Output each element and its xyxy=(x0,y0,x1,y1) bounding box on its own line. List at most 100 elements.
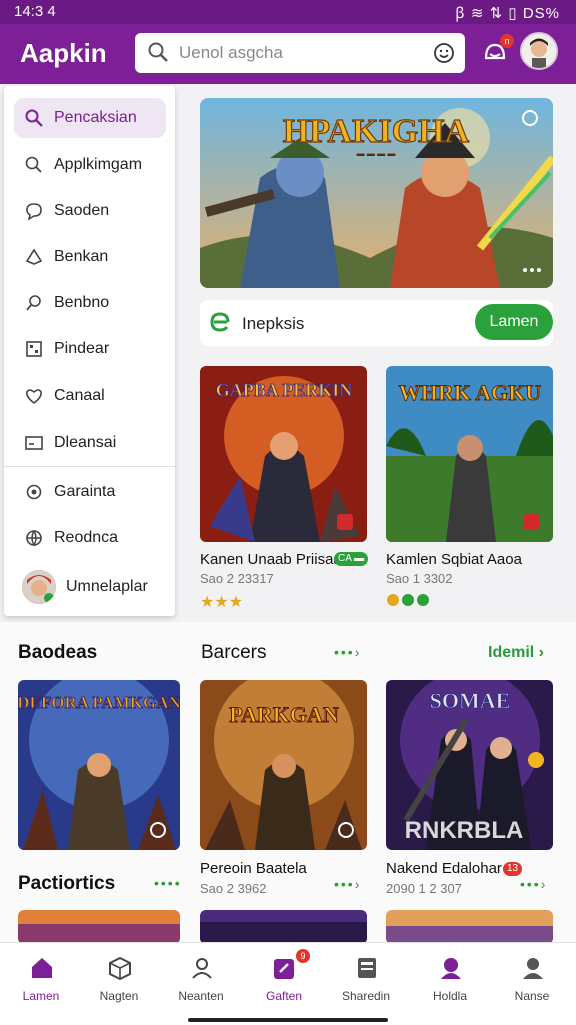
grid-art-title: PARKGAN xyxy=(229,702,339,727)
nav-item-1[interactable]: Nagten xyxy=(83,943,155,1013)
more-dots[interactable]: •••• xyxy=(154,875,182,891)
nav-item-4[interactable]: Sharedin xyxy=(330,943,402,1013)
drawer-item-label: Garainta xyxy=(54,483,116,500)
nav-item-3[interactable]: 9 Gaften xyxy=(248,943,320,1013)
grid-art-title: SOMAE xyxy=(430,688,511,713)
nav-label: Lamen xyxy=(22,989,60,1003)
user-avatar-icon xyxy=(22,570,56,604)
peek-card-0[interactable] xyxy=(18,910,180,944)
featured-card-1[interactable]: WHRK AGKU xyxy=(386,366,553,542)
nav-item-2[interactable]: Neanten xyxy=(165,943,237,1013)
hero-banner[interactable]: HPAKIGHA ▬ ▬ ▬ ▬ xyxy=(200,98,553,288)
drawer-item-label: Saoden xyxy=(54,202,110,219)
grid-art-1: PARKGAN xyxy=(200,680,367,850)
drawer-item-label: Benkan xyxy=(54,248,109,265)
featured-rating-0: ★★★ xyxy=(200,594,244,611)
drawer-item-9[interactable]: Reodnca xyxy=(14,518,166,558)
status-time: 14:3 4 xyxy=(14,3,56,20)
grid-title-2[interactable]: Nakend Edalohar xyxy=(386,860,502,877)
more-dots[interactable]: •••› xyxy=(334,876,361,892)
grid-art-title: DEFORA PAMKGAN xyxy=(18,693,180,712)
target-icon xyxy=(26,484,42,500)
home-indicator xyxy=(188,1018,388,1022)
search-bar[interactable]: Uenol asgcha xyxy=(135,33,465,73)
featured-badges-1 xyxy=(387,594,429,606)
featured-card-0[interactable]: GAPBA PERKIN xyxy=(200,366,367,542)
drawer-item-3[interactable]: Benkan xyxy=(14,237,166,277)
featured-art-1: WHRK AGKU xyxy=(386,366,553,542)
featured-art-title: GAPBA PERKIN xyxy=(216,380,353,400)
drawer-item-2[interactable]: Saoden xyxy=(14,191,166,231)
app-bar: Aapkin Uenol asgcha n xyxy=(0,24,576,84)
grid-icon xyxy=(26,341,42,357)
nav-item-5[interactable]: Holdla xyxy=(414,943,486,1013)
nav-item-6[interactable]: Nanse xyxy=(496,943,568,1013)
featured-title-0[interactable]: Kanen Unaab Priisaa xyxy=(200,551,342,568)
grid-sub-2: 2090 1 2 307 xyxy=(386,881,462,896)
chat-icon xyxy=(26,203,42,221)
app-logo[interactable]: Aapkin xyxy=(20,38,107,69)
nav-label: Sharedin xyxy=(341,989,391,1003)
more-dots[interactable]: •••› xyxy=(334,644,361,660)
grid-sub-1: Sao 2 3962 xyxy=(200,881,267,896)
promo-button[interactable]: Lamen xyxy=(475,304,553,340)
grid-art-subtitle: RNKRBLA xyxy=(405,817,524,844)
drawer-item-6[interactable]: Canaal xyxy=(14,376,166,416)
grid-art-0: DEFORA PAMKGAN xyxy=(18,680,180,850)
drawer-divider xyxy=(4,466,175,467)
search-placeholder: Uenol asgcha xyxy=(179,43,283,62)
user-avatar[interactable] xyxy=(520,32,558,70)
person-search-icon xyxy=(26,295,41,311)
featured-art-0: GAPBA PERKIN xyxy=(200,366,367,542)
notification-badge: n xyxy=(500,34,514,48)
search-icon xyxy=(148,42,168,62)
featured-art-title: WHRK AGKU xyxy=(399,380,542,405)
drawer-user-avatar xyxy=(22,570,56,604)
profile-icon xyxy=(441,958,461,979)
peek-art-2 xyxy=(386,910,553,944)
grid-title-1[interactable]: Pereoin Baatela xyxy=(200,860,307,877)
grid-card-1[interactable]: PARKGAN xyxy=(200,680,367,850)
nav-item-0[interactable]: Lamen xyxy=(5,943,77,1013)
edit-icon xyxy=(274,959,294,979)
grid-tag-2: 13 xyxy=(503,862,523,876)
section-title-baodeas: Baodeas xyxy=(18,642,98,663)
drawer-item-label: Applkimgam xyxy=(54,156,143,173)
drawer-user-name: Umnelaplar xyxy=(66,578,148,595)
edge-icon xyxy=(210,312,230,332)
drawer-item-label: Dleansai xyxy=(54,434,117,451)
card-icon xyxy=(25,436,43,450)
grid-card-0[interactable]: DEFORA PAMKGAN xyxy=(18,680,180,850)
drawer-item-label: Pencaksian xyxy=(54,109,137,126)
peek-card-1[interactable] xyxy=(200,910,367,944)
section-more-label: Idemil xyxy=(488,644,535,661)
peek-art-1 xyxy=(200,910,367,944)
featured-title-1[interactable]: Kamlen Sqbiat Aaoa xyxy=(386,551,522,568)
hero-subtitle: ▬ ▬ ▬ ▬ xyxy=(357,149,396,158)
storage-icon xyxy=(358,958,376,978)
avatar-face-icon xyxy=(522,34,556,68)
nav-label: Nagten xyxy=(99,989,139,1003)
peek-card-2[interactable] xyxy=(386,910,553,944)
drawer-item-7[interactable]: Dleansai xyxy=(14,423,166,463)
apps-icon xyxy=(25,156,42,173)
grid-card-2[interactable]: SOMAE RNKRBLA xyxy=(386,680,553,850)
drawer-item-5[interactable]: Pindear xyxy=(14,329,166,369)
featured-sub-0: Sao 2 23317 xyxy=(200,571,274,586)
promo-label: Inepksis xyxy=(242,314,305,333)
nav-label: Holdla xyxy=(432,989,468,1003)
heart-icon xyxy=(26,389,42,405)
nav-label: Neanten xyxy=(178,989,224,1003)
peek-art-0 xyxy=(18,910,180,944)
drawer-item-8[interactable]: Garainta xyxy=(14,472,166,512)
globe-icon xyxy=(26,530,42,547)
voice-search-icon[interactable] xyxy=(433,42,455,64)
drawer-item-4[interactable]: Benbno xyxy=(14,283,166,323)
drawer-item-1[interactable]: Applkimgam xyxy=(14,145,166,185)
home-icon xyxy=(32,958,52,978)
drawer-item-0[interactable]: Pencaksian xyxy=(14,98,166,138)
drawer-user[interactable]: Umnelaplar xyxy=(14,566,166,610)
status-bar: 14:3 4 ꞵ ≋ ⇅ ▯ DS% xyxy=(0,0,576,24)
more-dots[interactable]: •••› xyxy=(520,876,547,892)
section-more-link[interactable]: Idemil › xyxy=(488,644,544,662)
